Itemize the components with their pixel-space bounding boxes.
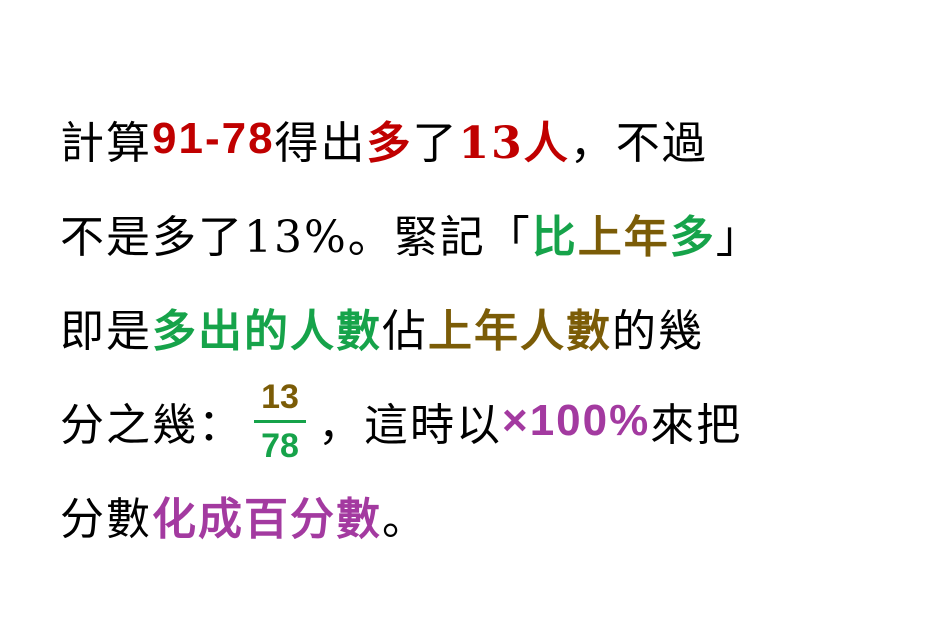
- highlight-convert-to-percent: 化成百分數: [152, 494, 382, 545]
- text-segment: ，這時以: [318, 400, 502, 451]
- text-segment: 佔: [382, 306, 428, 357]
- text-line-5: 分數 化成百分數 。: [60, 468, 900, 562]
- text-segment: 的幾: [612, 306, 704, 357]
- highlight-last-year-people: 上年人數: [428, 306, 612, 357]
- text-segment: 來把: [650, 400, 743, 451]
- highlight-times-100-percent: ×100%: [502, 396, 651, 445]
- explanation-text: 計算 91-78 得出 多 了 13人 ，不過 不是多了13%。緊記「 比 上年…: [60, 92, 900, 562]
- highlight-last-year: 上年: [577, 212, 670, 263]
- text-segment: 」: [715, 212, 762, 263]
- highlight-more: 多: [366, 118, 413, 169]
- text-segment: 。: [382, 494, 428, 545]
- highlight-compare: 比: [531, 212, 578, 263]
- text-segment: 分數: [60, 494, 152, 545]
- fraction: 13 78: [254, 380, 306, 463]
- text-line-1: 計算 91-78 得出 多 了 13人 ，不過: [60, 92, 900, 186]
- text-segment: ，不過: [569, 118, 708, 169]
- text-segment: 分之幾：: [60, 400, 244, 451]
- text-line-4: 分之幾： 13 78 ，這時以 ×100% 來把: [60, 374, 900, 468]
- fraction-numerator: 13: [261, 377, 299, 416]
- text-line-2: 不是多了13%。緊記「 比 上年 多 」: [60, 186, 900, 280]
- highlight-extra-people: 多出的人數: [152, 306, 382, 357]
- text-segment: 了: [412, 118, 459, 169]
- fraction-denominator: 78: [261, 426, 299, 465]
- highlight-more: 多: [669, 212, 716, 263]
- highlight-subtraction: 91-78: [152, 114, 275, 163]
- highlight-13-people: 13人: [458, 118, 570, 169]
- text-segment: 得出: [274, 118, 367, 169]
- text-segment: 即是: [60, 306, 152, 357]
- text-segment: 不是多了13%。緊記「: [60, 212, 532, 263]
- text-line-3: 即是 多出的人數 佔 上年人數 的幾: [60, 280, 900, 374]
- text-segment: 計算: [60, 118, 152, 169]
